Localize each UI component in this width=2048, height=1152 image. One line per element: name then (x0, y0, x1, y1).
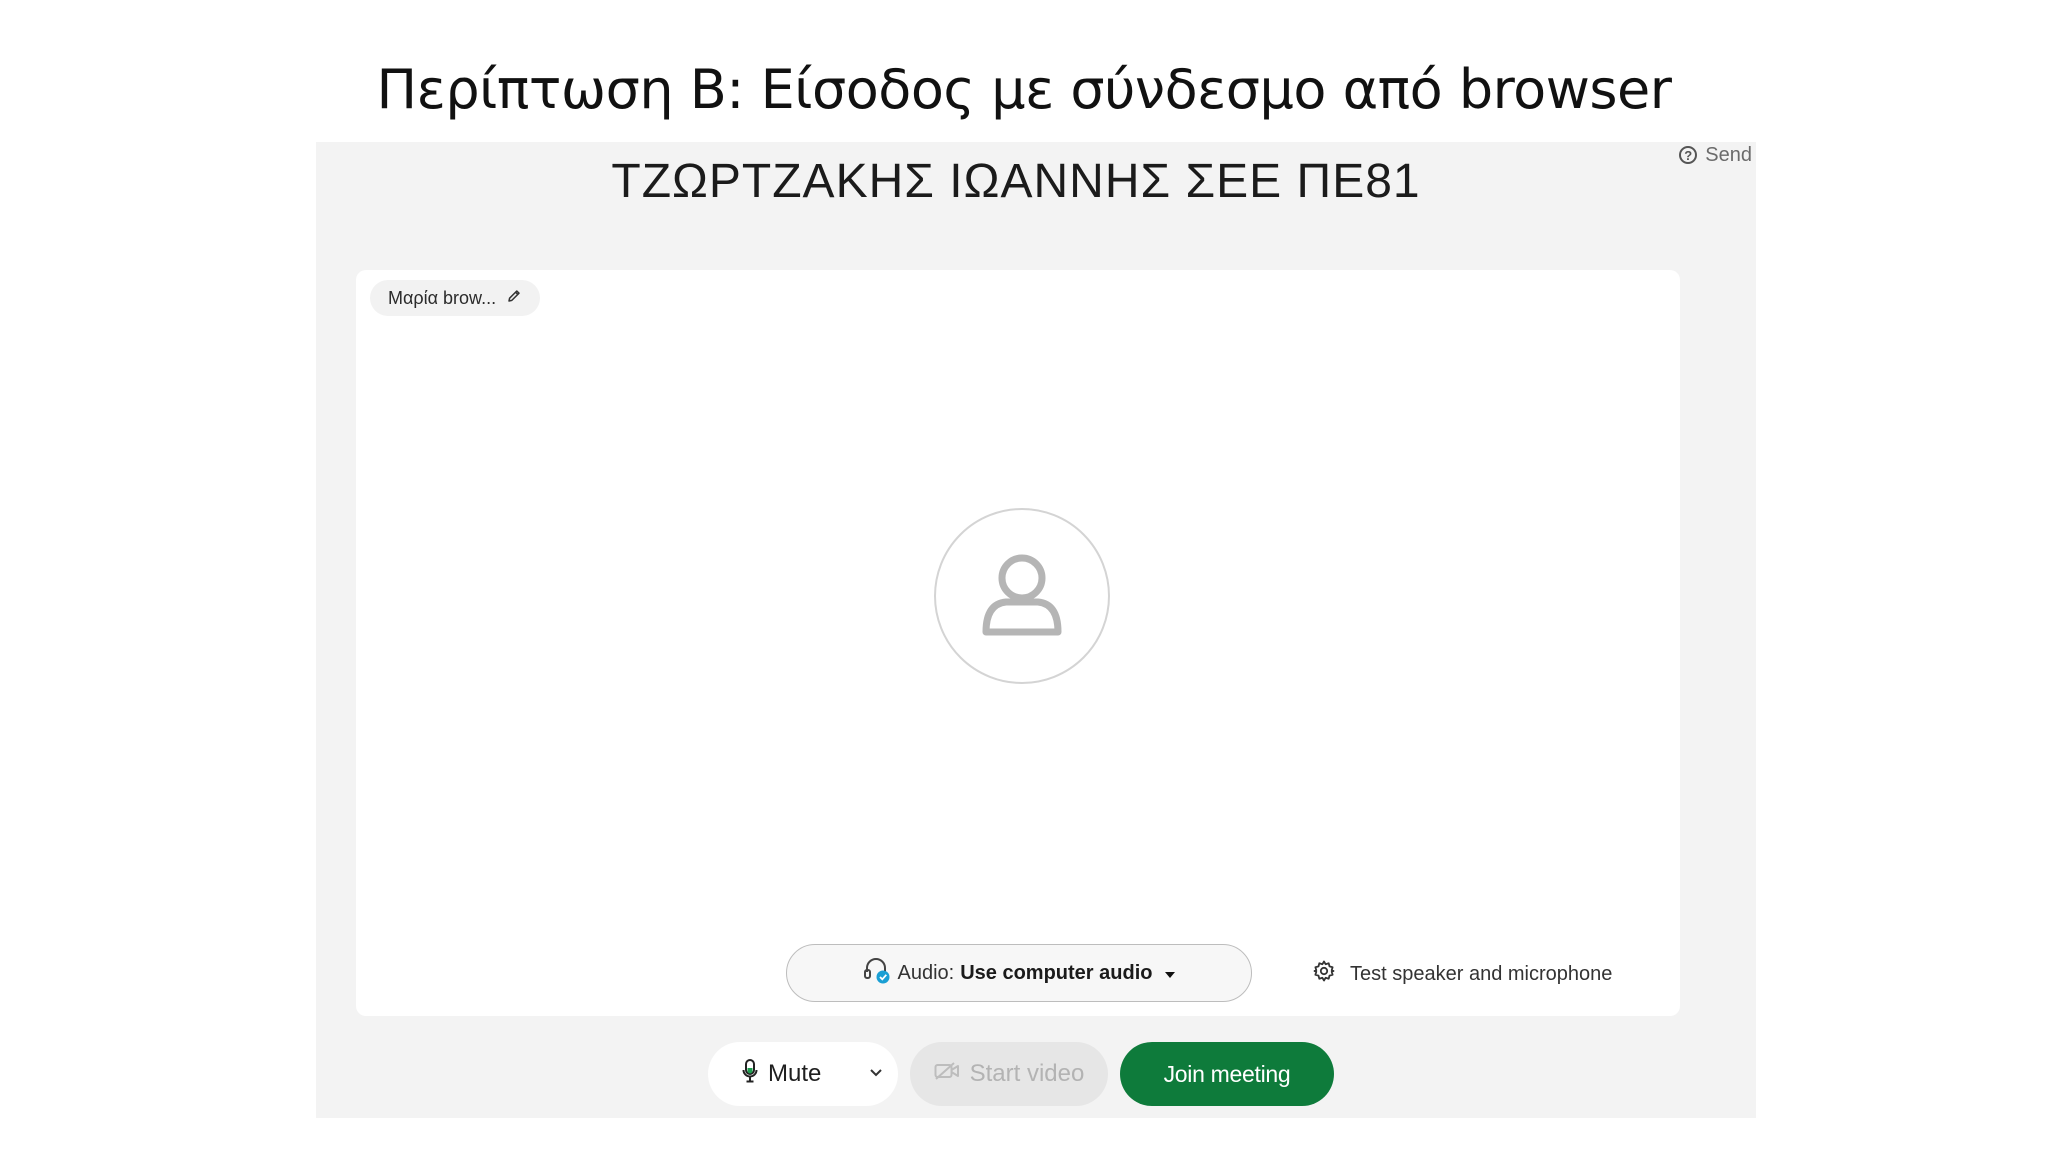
user-avatar (934, 508, 1110, 684)
microphone-icon (742, 1058, 758, 1091)
gear-icon (1312, 959, 1336, 989)
slide-title: Περίπτωση Β: Είσοδος με σύνδεσμο από bro… (376, 58, 1672, 121)
start-video-button[interactable]: Start video (910, 1042, 1108, 1106)
chevron-down-icon[interactable] (868, 1062, 884, 1091)
display-name-chip[interactable]: Μαρία brow... (370, 280, 541, 316)
pencil-icon (506, 288, 522, 309)
audio-prefix: Audio: (897, 961, 955, 984)
mute-label: Mute (768, 1060, 822, 1087)
audio-selector[interactable]: Audio: Use computer audio (786, 944, 1252, 1002)
audio-selected-option: Use computer audio (960, 961, 1153, 984)
mute-button[interactable]: Mute (708, 1042, 898, 1106)
self-preview-panel: Μαρία brow... Audio: Use computer audio … (356, 270, 1680, 1016)
test-speaker-mic-label: Test speaker and microphone (1350, 962, 1613, 985)
display-name: Μαρία brow... (388, 287, 497, 308)
video-camera-icon (934, 1060, 960, 1088)
headset-check-icon (862, 955, 892, 991)
start-video-label: Start video (969, 1060, 1085, 1087)
test-speaker-mic-button[interactable]: Test speaker and microphone (1312, 954, 1612, 994)
meeting-join-window: ? Send ΤΖΩΡΤΖΑΚΗΣ ΙΩΑΝΝΗΣ ΣΕΕ ΠΕ81 Μαρία… (316, 142, 1756, 1118)
join-meeting-label: Join meeting (1163, 1060, 1291, 1087)
join-meeting-button[interactable]: Join meeting (1120, 1042, 1334, 1106)
user-icon (976, 548, 1068, 645)
meeting-title: ΤΖΩΡΤΖΑΚΗΣ ΙΩΑΝΝΗΣ ΣΕΕ ΠΕ81 (611, 155, 1421, 208)
caret-down-icon (1164, 962, 1176, 985)
